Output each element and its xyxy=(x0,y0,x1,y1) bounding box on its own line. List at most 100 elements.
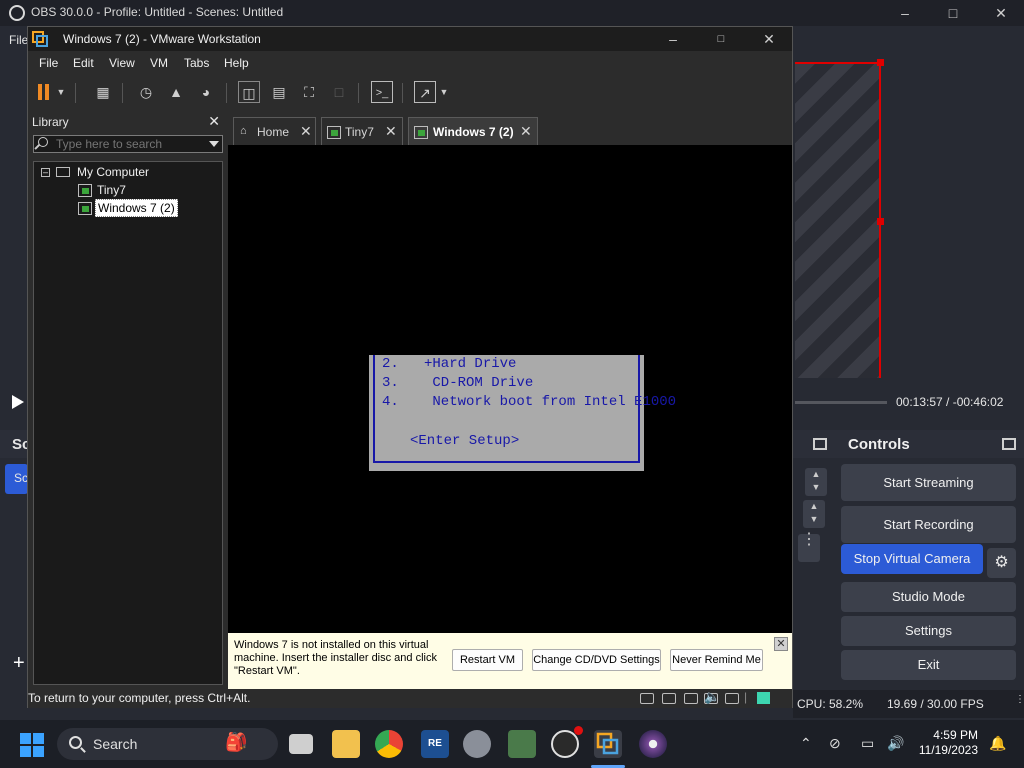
chevron-down-icon[interactable]: ▼ xyxy=(55,81,67,103)
gear-icon[interactable]: ⚙ xyxy=(987,548,1016,578)
menu-help[interactable]: Help xyxy=(224,56,249,70)
obs-logo-icon xyxy=(9,5,25,21)
network-icon[interactable]: ▭ xyxy=(861,735,874,752)
vm-icon xyxy=(78,202,92,215)
close-icon[interactable]: ✕ xyxy=(774,637,788,651)
show-library-icon[interactable]: ◫ xyxy=(238,81,260,103)
chevron-down-icon[interactable] xyxy=(209,141,219,147)
display-icon[interactable] xyxy=(725,693,739,704)
play-icon[interactable] xyxy=(10,394,24,410)
close-icon[interactable]: ✕ xyxy=(986,3,1016,23)
clock[interactable]: 4:59 PM 11/19/2023 xyxy=(918,728,978,758)
clock-date: 11/19/2023 xyxy=(918,743,978,757)
notification-bell-icon[interactable]: 🔔 xyxy=(989,735,1006,752)
thumbnail-bar-icon[interactable]: ▤ xyxy=(268,81,290,103)
tab-home[interactable]: ⌂ Home ✕ xyxy=(233,117,316,145)
menu-tabs[interactable]: Tabs xyxy=(184,56,209,70)
menu-view[interactable]: View xyxy=(109,56,135,70)
scene-item[interactable]: Sc xyxy=(5,464,28,494)
taskbar-search[interactable]: Search 🎒 xyxy=(57,728,278,760)
tree-item-my-computer[interactable]: My Computer xyxy=(77,165,149,179)
undock-icon[interactable] xyxy=(1002,438,1016,450)
settings-button[interactable]: Settings xyxy=(841,616,1016,646)
windows-start-icon[interactable] xyxy=(20,733,44,757)
spin-up-down-icon[interactable]: ▲ ▼ xyxy=(805,468,827,496)
chevron-up-icon[interactable]: ⌃ xyxy=(800,735,812,752)
stop-virtual-camera-button[interactable]: Stop Virtual Camera xyxy=(841,544,983,574)
close-icon[interactable]: ✕ xyxy=(300,123,312,140)
controls-title: Controls xyxy=(848,436,910,453)
studio-mode-button[interactable]: Studio Mode xyxy=(841,582,1016,612)
stretch-guest-icon[interactable]: ↗ xyxy=(414,81,436,103)
revert-snapshot-icon[interactable]: ▲ xyxy=(165,81,187,103)
chrome-icon[interactable] xyxy=(375,730,403,758)
restart-vm-button[interactable]: Restart VM xyxy=(452,649,523,671)
file-explorer-icon[interactable] xyxy=(332,730,360,758)
collapse-icon[interactable]: – xyxy=(41,168,50,177)
snapshot-icon[interactable]: ◷ xyxy=(135,81,157,103)
tree-item-tiny7[interactable]: Tiny7 xyxy=(97,183,126,197)
task-view-icon[interactable] xyxy=(289,734,313,754)
start-streaming-button[interactable]: Start Streaming xyxy=(841,464,1016,501)
resize-handle[interactable] xyxy=(877,59,884,66)
send-ctrl-alt-del-icon[interactable]: ▦ xyxy=(92,81,114,103)
close-icon[interactable]: ✕ xyxy=(520,123,532,140)
obs-selected-source[interactable] xyxy=(795,59,884,378)
menu-edit[interactable]: Edit xyxy=(73,56,94,70)
dvd-app-icon[interactable] xyxy=(639,730,667,758)
minimize-icon[interactable]: – xyxy=(890,3,920,23)
snapshot-manager-icon[interactable]: ◕ xyxy=(195,81,217,103)
resize-handle[interactable] xyxy=(877,218,884,225)
start-recording-button[interactable]: Start Recording xyxy=(841,506,1016,543)
maximize-icon[interactable]: □ xyxy=(706,29,736,49)
minimize-icon[interactable]: – xyxy=(658,29,688,49)
menu-file[interactable]: File xyxy=(39,56,58,70)
more-options-icon[interactable]: ⋮ xyxy=(798,532,820,562)
change-cd-dvd-button[interactable]: Change CD/DVD Settings xyxy=(532,649,661,671)
vmware-window-title: Windows 7 (2) - VMware Workstation xyxy=(63,32,261,46)
re-app-icon[interactable]: RE xyxy=(421,730,449,758)
volume-icon[interactable]: 🔊 xyxy=(887,735,904,752)
hard-disk-icon[interactable] xyxy=(640,693,654,704)
recording-indicator-icon xyxy=(574,726,583,735)
chevron-down-icon[interactable]: ▼ xyxy=(438,81,450,103)
network-adapter-icon[interactable] xyxy=(684,693,698,704)
library-search[interactable] xyxy=(33,135,223,153)
console-icon[interactable]: >_ xyxy=(371,81,393,103)
pause-icon[interactable] xyxy=(33,81,55,103)
network-off-icon[interactable]: ⊘ xyxy=(829,735,841,752)
media-seek-bar[interactable] xyxy=(795,401,887,404)
never-remind-button[interactable]: Never Remind Me xyxy=(670,649,763,671)
vm-console[interactable]: 2. +Hard Drive 3. CD-ROM Drive 4. Networ… xyxy=(228,145,792,633)
vm-message-icon[interactable] xyxy=(757,692,770,704)
resize-grip-icon[interactable]: ⋮ xyxy=(1015,694,1024,705)
add-scene-icon[interactable]: + xyxy=(13,652,25,675)
spin-up-down-icon[interactable]: ▲ ▼ xyxy=(803,500,825,528)
search-icon xyxy=(38,137,48,147)
obs-app-icon[interactable] xyxy=(551,726,583,758)
boot-option-network: 4. Network boot from Intel E1000 xyxy=(382,394,677,410)
vm-icon xyxy=(78,184,92,197)
task-manager-icon[interactable] xyxy=(508,730,536,758)
search-icon xyxy=(69,736,82,749)
library-search-input[interactable] xyxy=(56,137,201,151)
close-icon[interactable]: ✕ xyxy=(385,123,397,140)
close-icon[interactable]: ✕ xyxy=(208,113,220,130)
vmware-menubar: File Edit View VM Tabs Help xyxy=(28,51,792,75)
tree-item-windows7-2[interactable]: Windows 7 (2) xyxy=(95,199,178,217)
full-screen-icon[interactable]: ⛶ xyxy=(298,81,320,103)
exit-button[interactable]: Exit xyxy=(841,650,1016,680)
close-icon[interactable]: ✕ xyxy=(754,29,784,49)
search-highlight-icon: 🎒 xyxy=(225,732,248,752)
tab-tiny7[interactable]: Tiny7 ✕ xyxy=(321,117,403,145)
undock-icon[interactable] xyxy=(813,438,827,450)
sound-icon[interactable]: 🔈 xyxy=(704,689,720,705)
vmware-statusbar: To return to your computer, press Ctrl+A… xyxy=(28,689,792,708)
obs-menu-file[interactable]: File xyxy=(0,26,30,54)
cd-dvd-icon[interactable] xyxy=(662,693,676,704)
vmware-app-icon[interactable] xyxy=(594,730,622,758)
tab-windows7-2[interactable]: Windows 7 (2) ✕ xyxy=(408,117,538,145)
menu-vm[interactable]: VM xyxy=(150,56,168,70)
settings-app-icon[interactable] xyxy=(463,730,491,758)
maximize-icon[interactable]: □ xyxy=(938,3,968,23)
